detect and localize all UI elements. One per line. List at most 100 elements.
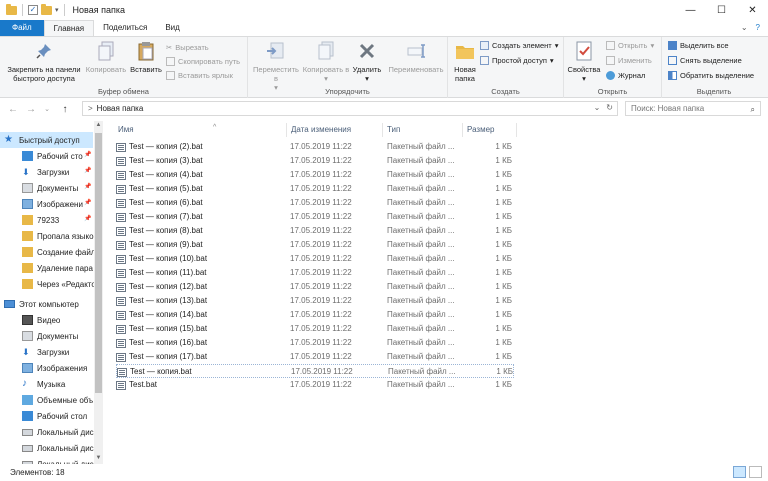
- file-row[interactable]: Test — копия (12).bat 17.05.2019 11:22 Пак…: [116, 280, 514, 294]
- tab-share[interactable]: Поделиться: [94, 20, 156, 36]
- nav-quick-access[interactable]: ★ Быстрый доступ: [0, 132, 93, 148]
- file-row[interactable]: Test.bat 17.05.2019 11:22 Пакетный файл ..…: [116, 378, 514, 392]
- nav-scrollbar[interactable]: ▲ ▼: [94, 121, 103, 464]
- select-all-button[interactable]: Выделить все: [668, 41, 729, 50]
- nav-pc-item[interactable]: Изображения: [22, 360, 87, 376]
- rename-button[interactable]: Переименовать: [386, 40, 446, 74]
- properties-button[interactable]: Свойства ▾: [566, 40, 602, 83]
- nav-pc-item[interactable]: Документы: [22, 328, 78, 344]
- paste-shortcut-button[interactable]: Вставить ярлык: [166, 71, 233, 80]
- file-row[interactable]: Test — копия (16).bat 17.05.2019 11:22 Пак…: [116, 336, 514, 350]
- file-row[interactable]: Test — копия (13).bat 17.05.2019 11:22 Пак…: [116, 294, 514, 308]
- column-divider[interactable]: [286, 123, 287, 137]
- tab-file[interactable]: Файл: [0, 20, 44, 36]
- column-divider[interactable]: [462, 123, 463, 137]
- file-row[interactable]: Test — копия (7).bat 17.05.2019 11:22 Паке…: [116, 210, 514, 224]
- breadcrumb-separator-icon[interactable]: >: [88, 104, 93, 113]
- breadcrumb[interactable]: Новая папка: [97, 104, 144, 113]
- nav-pc-item[interactable]: Видео: [22, 312, 60, 328]
- nav-pc-item[interactable]: Объемные объ: [22, 392, 93, 408]
- nav-pinned-item[interactable]: Через «Редактор: [22, 276, 100, 292]
- nav-pc-item[interactable]: Рабочий стол: [22, 408, 87, 424]
- nav-pc-item[interactable]: Локальный дис: [22, 424, 94, 440]
- copy-to-button[interactable]: Копировать в ▾: [302, 40, 350, 83]
- file-row[interactable]: Test — копия (3).bat 17.05.2019 11:22 Паке…: [116, 154, 514, 168]
- close-button[interactable]: ✕: [737, 0, 768, 20]
- tab-view[interactable]: Вид: [156, 20, 188, 36]
- nav-pc-item[interactable]: ⬇ Загрузки: [22, 344, 69, 360]
- column-header-type[interactable]: Тип: [387, 121, 400, 138]
- file-row[interactable]: Test — копия (9).bat 17.05.2019 11:22 Паке…: [116, 238, 514, 252]
- up-button[interactable]: ↑: [58, 104, 72, 115]
- copy-button[interactable]: Копировать: [84, 40, 128, 74]
- address-bar[interactable]: > Новая папка ⌄ ↻: [82, 101, 618, 116]
- nav-pinned-item[interactable]: 79233: [22, 212, 59, 228]
- history-button[interactable]: Журнал: [606, 71, 645, 80]
- back-button[interactable]: ←: [6, 104, 20, 115]
- move-to-button[interactable]: Переместить в ▾: [252, 40, 300, 92]
- properties-check-icon[interactable]: ✓: [28, 5, 38, 15]
- new-folder-quick-icon[interactable]: [41, 3, 52, 15]
- invert-selection-button[interactable]: Обратить выделение: [668, 71, 754, 80]
- address-dropdown-icon[interactable]: ⌄: [594, 103, 601, 112]
- nav-pc-item[interactable]: Локальный дис: [22, 456, 94, 464]
- cut-button[interactable]: ✂ Вырезать: [166, 43, 209, 52]
- pin-icon[interactable]: 📌: [84, 167, 91, 174]
- nav-pinned-item[interactable]: Создание файл: [22, 244, 95, 260]
- nav-pinned-item[interactable]: Пропала языко: [22, 228, 94, 244]
- refresh-icon[interactable]: ↻: [606, 103, 613, 112]
- file-row[interactable]: Test — копия (10).bat 17.05.2019 11:22 Пак…: [116, 252, 514, 266]
- search-icon[interactable]: ⌕: [751, 103, 755, 116]
- large-icons-view-button[interactable]: [749, 466, 762, 478]
- pin-quick-access-button[interactable]: Закрепить на панели быстрого доступа: [4, 40, 84, 83]
- new-item-button[interactable]: Создать элемент ▾: [480, 41, 558, 50]
- file-row[interactable]: Test — копия (2).bat 17.05.2019 11:22 Паке…: [116, 140, 514, 154]
- search-input[interactable]: Поиск: Новая папка ⌕: [625, 101, 761, 116]
- file-row[interactable]: Test — копия (4).bat 17.05.2019 11:22 Паке…: [116, 168, 514, 182]
- file-row[interactable]: Test — копия (6).bat 17.05.2019 11:22 Паке…: [116, 196, 514, 210]
- file-row[interactable]: Test — копия (14).bat 17.05.2019 11:22 Пак…: [116, 308, 514, 322]
- file-row[interactable]: Test — копия (8).bat 17.05.2019 11:22 Паке…: [116, 224, 514, 238]
- recent-locations-button[interactable]: ⌄: [40, 105, 54, 113]
- file-row[interactable]: Test — копия (17).bat 17.05.2019 11:22 Пак…: [116, 350, 514, 364]
- open-button[interactable]: Открыть ▾: [606, 41, 654, 50]
- column-divider[interactable]: [516, 123, 517, 137]
- file-row[interactable]: Test — копия.bat 17.05.2019 11:22 Пакетный…: [116, 364, 514, 378]
- pin-icon[interactable]: 📌: [84, 183, 91, 190]
- scroll-down-icon[interactable]: ▼: [94, 455, 103, 461]
- nav-pc-item[interactable]: ♪ Музыка: [22, 376, 65, 392]
- nav-scroll-thumb[interactable]: [95, 133, 102, 393]
- nav-pinned-item[interactable]: Изображени: [22, 196, 83, 212]
- edit-button[interactable]: Изменить: [606, 56, 652, 65]
- file-row[interactable]: Test — копия (11).bat 17.05.2019 11:22 Пак…: [116, 266, 514, 280]
- easy-access-button[interactable]: Простой доступ ▾: [480, 56, 554, 65]
- customize-toolbar-icon[interactable]: ▾: [55, 6, 59, 14]
- nav-pinned-item[interactable]: Документы: [22, 180, 78, 196]
- minimize-button[interactable]: —: [675, 0, 706, 20]
- scroll-up-icon[interactable]: ▲: [94, 122, 103, 128]
- nav-pinned-item[interactable]: Рабочий сто: [22, 148, 83, 164]
- help-icon[interactable]: ?: [756, 23, 760, 32]
- pin-icon[interactable]: 📌: [84, 151, 91, 158]
- paste-button[interactable]: Вставить: [128, 40, 164, 74]
- new-folder-button[interactable]: Новая папка: [450, 40, 480, 83]
- nav-pinned-item[interactable]: Удаление пара: [22, 260, 93, 276]
- forward-button[interactable]: →: [24, 104, 38, 115]
- column-divider[interactable]: [382, 123, 383, 137]
- nav-pc-item[interactable]: Локальный дис: [22, 440, 94, 456]
- select-none-button[interactable]: Снять выделение: [668, 56, 742, 65]
- copy-path-button[interactable]: Скопировать путь: [166, 57, 240, 66]
- file-row[interactable]: Test — копия (15).bat 17.05.2019 11:22 Пак…: [116, 322, 514, 336]
- column-header-date[interactable]: Дата изменения: [291, 121, 351, 138]
- nav-pinned-item[interactable]: ⬇ Загрузки: [22, 164, 69, 180]
- pin-icon[interactable]: 📌: [84, 215, 91, 222]
- delete-button[interactable]: Удалить ▾: [350, 40, 384, 83]
- tab-home[interactable]: Главная: [43, 20, 95, 36]
- column-header-name[interactable]: Имя ^: [118, 121, 216, 138]
- pin-icon[interactable]: 📌: [84, 199, 91, 206]
- nav-this-pc[interactable]: Этот компьютер: [4, 296, 79, 312]
- maximize-button[interactable]: ☐: [706, 0, 737, 20]
- collapse-ribbon-icon[interactable]: ⌄: [741, 23, 748, 32]
- column-header-size[interactable]: Размер: [467, 121, 495, 138]
- file-row[interactable]: Test — копия (5).bat 17.05.2019 11:22 Паке…: [116, 182, 514, 196]
